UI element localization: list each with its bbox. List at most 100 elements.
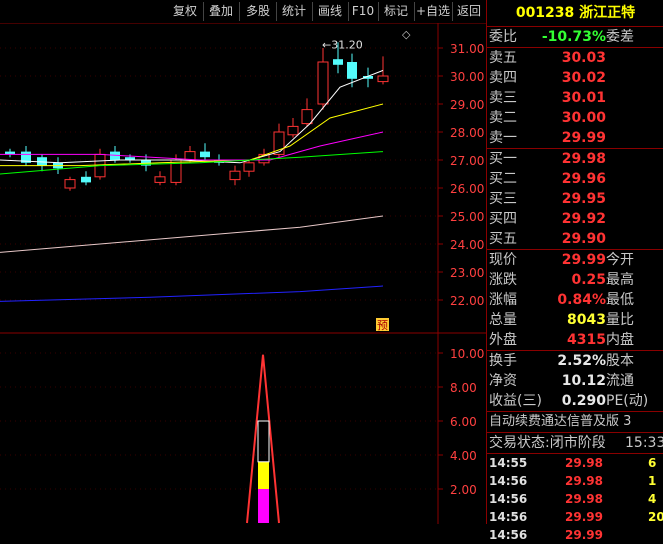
quote-row-2: 涨幅 0.84% 最低 <box>487 290 663 310</box>
chart-toolbar: 复权 叠加 多股 统计 画线 F10 标记 +自选 返回 <box>0 0 487 23</box>
bid-row-1: 买二 29.96 <box>487 169 663 189</box>
toolbar-button-6[interactable]: 标记 <box>378 2 415 21</box>
candle-body-15 <box>229 170 241 181</box>
quote-value: 0.84% <box>557 292 606 308</box>
order-ratio-row: 委比 -10.73% 委差 <box>487 27 663 47</box>
ma250-line <box>0 285 384 302</box>
tick-row-3: 14:56 29.99 20 <box>487 508 663 526</box>
toolbar-button-1[interactable]: 叠加 <box>203 2 240 21</box>
bid-price: 29.95 <box>561 191 606 207</box>
tick-volume: 6 <box>648 456 657 470</box>
tick-volume: 20 <box>648 510 663 524</box>
kline-chart[interactable]: 31.00 30.00 29.00 28.00 27.00 26.00 25.00 24.00… <box>0 23 486 524</box>
volume-tick-label-2: 6.00 <box>450 415 477 429</box>
quote-row-4: 外盘 4315 内盘 <box>487 330 663 350</box>
diamond-icon: ◇ <box>402 28 411 41</box>
volume-tick-label-3: 4.00 <box>450 449 477 463</box>
fundamental-right-label: PE(动) <box>606 393 649 409</box>
candle-body-16 <box>243 162 255 172</box>
tick-price: 29.98 <box>565 492 603 506</box>
ticker-banner-text: 自动续费通达信普及版 3 <box>489 414 632 429</box>
ratio-value: -10.73% <box>541 29 606 45</box>
price-tick-label-7: 24.00 <box>450 238 484 252</box>
ask-label: 卖五 <box>489 50 517 66</box>
ask-price: 30.02 <box>561 70 606 86</box>
tick-row-1: 14:56 29.98 1 <box>487 472 663 490</box>
candle-body-22 <box>333 59 343 65</box>
tick-time: 14:56 <box>489 528 528 542</box>
high-price-marker: ←31.20 <box>322 38 363 51</box>
bid-label: 买三 <box>489 191 517 207</box>
ask-price: 30.03 <box>561 50 606 66</box>
tick-price: 29.98 <box>565 456 603 470</box>
toolbar-button-4[interactable]: 画线 <box>312 2 349 21</box>
toolbar-button-7[interactable]: +自选 <box>414 2 453 21</box>
fundamental-row-1: 净资 10.12 流通 <box>487 371 663 391</box>
tick-time: 14:56 <box>489 510 528 524</box>
price-tick-label-9: 22.00 <box>450 294 484 308</box>
tick-row-2: 14:56 29.98 4 <box>487 490 663 508</box>
candle-body-25 <box>377 75 389 83</box>
tick-time: 14:55 <box>489 456 528 470</box>
bid-label: 买五 <box>489 231 517 247</box>
quote-right-label: 今开 <box>606 252 634 268</box>
fundamental-label: 收益(三) <box>489 393 542 409</box>
ask-row-0: 卖五 30.03 <box>487 48 663 68</box>
trade-status-row: 交易状态:闭市阶段 15:33 <box>487 433 663 453</box>
volume-tick-label-0: 10.00 <box>450 347 484 361</box>
fundamental-label: 净资 <box>489 373 517 389</box>
quote-panel: 001238 浙江正特 委比 -10.73% 委差 卖五 30.03 卖四 30.02 卖三 3… <box>486 0 663 542</box>
candle-body-12 <box>184 151 196 161</box>
price-tick-label-3: 28.00 <box>450 126 484 140</box>
bid-label: 买二 <box>489 171 517 187</box>
candle-body-19 <box>287 125 299 136</box>
bid-label: 买一 <box>489 151 517 167</box>
tick-row-4: 14:56 29.99 <box>487 526 663 544</box>
toolbar-button-8[interactable]: 返回 <box>452 2 487 21</box>
tick-time: 14:56 <box>489 492 528 506</box>
bid-price: 29.98 <box>561 151 606 167</box>
price-tick-label-8: 23.00 <box>450 266 484 280</box>
ask-row-4: 卖一 29.99 <box>487 128 663 148</box>
bid-row-0: 买一 29.98 <box>487 149 663 169</box>
quote-right-label: 内盘 <box>606 332 634 348</box>
bid-row-3: 买四 29.92 <box>487 209 663 229</box>
ask-row-2: 卖三 30.01 <box>487 88 663 108</box>
price-tick-label-1: 30.00 <box>450 70 484 84</box>
ask-price: 29.99 <box>561 130 606 146</box>
stock-title[interactable]: 001238 浙江正特 <box>487 0 663 27</box>
stock-name: 浙江正特 <box>579 5 636 21</box>
toolbar-button-3[interactable]: 统计 <box>276 2 313 21</box>
fundamental-value: 10.12 <box>561 373 606 389</box>
tick-row-0: 14:55 29.98 6 <box>487 454 663 472</box>
fundamental-value: 2.52% <box>557 353 606 369</box>
quote-value: 0.25 <box>571 272 606 288</box>
ratio-label: 委比 <box>489 29 517 45</box>
ma120-line <box>0 215 384 253</box>
stock-code: 001238 <box>515 5 575 21</box>
ask-label: 卖一 <box>489 130 517 146</box>
ask-label: 卖四 <box>489 70 517 86</box>
ask-price: 30.00 <box>561 110 606 126</box>
candle-body-20 <box>301 109 313 125</box>
toolbar-button-0[interactable]: 复权 <box>167 2 204 21</box>
bid-price: 29.92 <box>561 211 606 227</box>
fundamental-row-2: 收益(三) 0.290 PE(动) <box>487 391 663 411</box>
forecast-badge-label: 预 <box>377 319 388 332</box>
quote-label: 外盘 <box>489 332 517 348</box>
ask-label: 卖三 <box>489 90 517 106</box>
quote-row-1: 涨跌 0.25 最高 <box>487 270 663 290</box>
candle-body-5 <box>81 176 91 183</box>
candle-body-13 <box>200 151 210 158</box>
tick-price: 29.99 <box>565 528 603 542</box>
volume-tick-label-1: 8.00 <box>450 381 477 395</box>
bid-price: 29.96 <box>561 171 606 187</box>
ask-row-1: 卖四 30.02 <box>487 68 663 88</box>
tick-price: 29.99 <box>565 510 603 524</box>
volume-bar-magenta <box>258 489 269 523</box>
ask-row-3: 卖二 30.00 <box>487 108 663 128</box>
toolbar-button-2[interactable]: 多股 <box>240 2 277 21</box>
bid-label: 买四 <box>489 211 517 227</box>
toolbar-button-5[interactable]: F10 <box>348 2 379 21</box>
bid-price: 29.90 <box>561 231 606 247</box>
